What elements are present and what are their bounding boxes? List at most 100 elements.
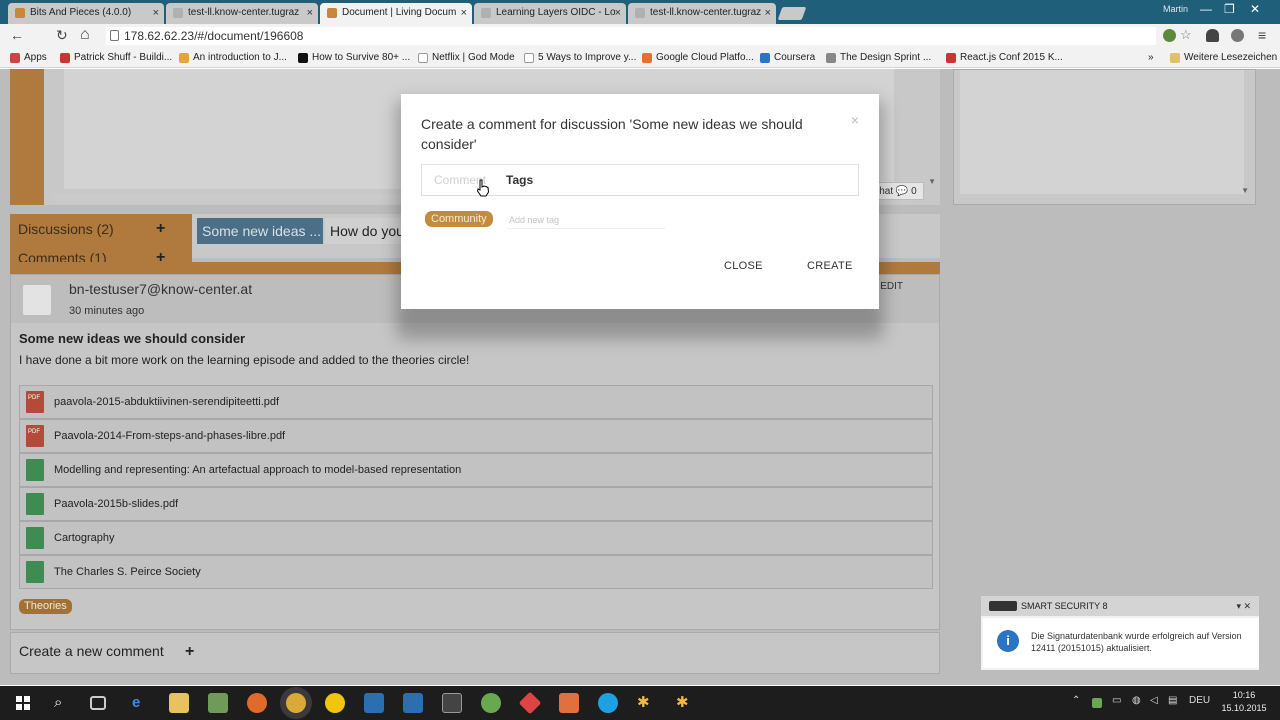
add-tag-input[interactable]: Add new tag <box>507 211 665 229</box>
extension-icon[interactable] <box>1231 29 1244 42</box>
bookmark[interactable]: The Design Sprint ... <box>826 51 931 65</box>
tray-expand-icon[interactable]: ⌃ <box>1072 695 1080 706</box>
notifications-icon[interactable]: ▤ <box>1168 695 1177 706</box>
tab-close-icon[interactable]: × <box>461 3 467 23</box>
attachment-item[interactable]: PDF paavola-2015-abduktiivinen-serendipi… <box>19 385 933 419</box>
tab-discussion-active[interactable]: Some new ideas ... <box>197 218 323 244</box>
task-view-icon[interactable] <box>90 696 106 710</box>
browser-tab[interactable]: test-ll.know-center.tugraz × <box>166 3 318 24</box>
tag-badge[interactable]: Theories <box>19 599 72 614</box>
tab-close-icon[interactable]: × <box>153 3 159 23</box>
network-icon[interactable]: ◍ <box>1132 695 1141 706</box>
language-indicator[interactable]: DEU <box>1189 695 1210 706</box>
attachment-item[interactable]: Modelling and representing: An artefactu… <box>19 453 933 487</box>
tab-favicon-icon <box>15 8 25 18</box>
add-comment-icon[interactable]: + <box>185 643 194 661</box>
new-tab-button[interactable] <box>777 7 807 20</box>
close-button[interactable]: CLOSE <box>724 260 763 272</box>
post-timestamp: 30 minutes ago <box>69 305 145 317</box>
attachment-name: Paavola-2015b-slides.pdf <box>54 498 179 510</box>
notification-controls[interactable]: ▾ ✕ <box>1236 596 1251 616</box>
app-icon[interactable] <box>325 693 345 713</box>
star-icon[interactable]: ☆ <box>1180 28 1192 42</box>
attachment-item[interactable]: The Charles S. Peirce Society <box>19 555 933 589</box>
tab-tags[interactable]: Tags <box>506 165 533 195</box>
windows-start-icon[interactable] <box>16 696 30 710</box>
app-icon[interactable] <box>208 693 228 713</box>
browser-tab[interactable]: Bits And Pieces (4.0.0) × <box>8 3 164 24</box>
clock-date: 15.10.2015 <box>1221 703 1267 713</box>
scroll-down-icon[interactable]: ▼ <box>928 177 936 186</box>
terminal-icon[interactable] <box>442 693 462 713</box>
cloud-extension-icon[interactable] <box>1206 29 1219 42</box>
bookmark[interactable]: 5 Ways to Improve y... <box>524 51 636 65</box>
reload-icon[interactable]: ↻ <box>56 28 68 42</box>
git-icon[interactable] <box>518 691 542 715</box>
back-icon[interactable]: ← <box>10 28 24 42</box>
firefox-icon[interactable] <box>247 693 267 713</box>
bookmark-favicon-icon <box>60 53 70 63</box>
attachment-item[interactable]: Cartography <box>19 521 933 555</box>
volume-icon[interactable]: ◁ <box>1150 695 1158 706</box>
tab-title: Document | Living Docum <box>342 7 457 18</box>
notification-message: Die Signaturdatenbank wurde erfolgreich … <box>1031 631 1242 653</box>
browser-tab[interactable]: Learning Layers OIDC - Lo × <box>474 3 626 24</box>
menu-icon[interactable]: ≡ <box>1258 28 1266 42</box>
tab-title: test-ll.know-center.tugraz <box>188 7 300 18</box>
clock[interactable]: 10:16 15.10.2015 <box>1214 689 1274 715</box>
create-button[interactable]: CREATE <box>807 260 853 272</box>
power-icon[interactable]: ▭ <box>1112 695 1121 706</box>
profile-name[interactable]: Martin <box>1163 4 1188 14</box>
bookmark[interactable]: Patrick Shuff - Buildi... <box>60 51 172 65</box>
bookmark-apps[interactable]: Apps <box>10 51 47 65</box>
tab-close-icon[interactable]: × <box>765 3 771 23</box>
bookmark[interactable]: An introduction to J... <box>179 51 287 65</box>
extension-icon[interactable] <box>1163 29 1176 42</box>
app-icon[interactable]: ✱ <box>676 693 689 713</box>
bookmarks-more-icon[interactable]: » <box>1148 51 1154 65</box>
intellij-icon[interactable] <box>403 693 423 713</box>
browser-tab[interactable]: test-ll.know-center.tugraz × <box>628 3 776 24</box>
notification-body[interactable]: i Die Signaturdatenbank wurde erfolgreic… <box>983 618 1259 668</box>
bookmark[interactable]: Netflix | God Mode <box>418 51 515 65</box>
chrome-icon[interactable] <box>286 693 306 713</box>
tab-discussion[interactable]: How do you <box>325 218 401 244</box>
app-icon[interactable] <box>559 693 579 713</box>
attachment-item[interactable]: Paavola-2015b-slides.pdf <box>19 487 933 521</box>
browser-tab-active[interactable]: Document | Living Docum × <box>320 3 472 24</box>
notification-app: SMART SECURITY 8 <box>1021 601 1108 611</box>
scroll-down-icon[interactable]: ▼ <box>1241 186 1249 195</box>
home-icon[interactable]: ⌂ <box>80 27 90 43</box>
url-field[interactable]: 178.62.62.23/#/document/196608 <box>106 27 1156 45</box>
edge-icon[interactable]: e <box>132 693 140 713</box>
bookmark-favicon-icon <box>179 53 189 63</box>
close-icon[interactable]: × <box>851 112 859 128</box>
url-text: 178.62.62.23/#/document/196608 <box>124 29 304 43</box>
tag-chip[interactable]: Community <box>425 211 493 227</box>
tray-app-icon[interactable] <box>1092 698 1102 708</box>
app-icon[interactable] <box>481 693 501 713</box>
sidebar-item-discussions[interactable]: Discussions (2) <box>18 217 114 241</box>
bookmark[interactable]: How to Survive 80+ ... <box>298 51 410 65</box>
other-bookmarks-folder[interactable]: Weitere Lesezeichen <box>1170 51 1277 65</box>
webstorm-icon[interactable] <box>364 693 384 713</box>
tab-favicon-icon <box>327 8 337 18</box>
bookmarks-bar: Apps Patrick Shuff - Buildi... An introd… <box>0 48 1280 68</box>
page-info-icon[interactable] <box>110 30 119 41</box>
maximize-icon[interactable]: ❐ <box>1224 2 1235 16</box>
minimize-icon[interactable]: — <box>1200 2 1212 16</box>
bookmark[interactable]: Coursera <box>760 51 815 65</box>
window-close-icon[interactable]: ✕ <box>1250 2 1260 16</box>
skype-icon[interactable] <box>598 693 618 713</box>
search-icon[interactable]: ⌕ <box>54 693 62 713</box>
new-comment-bar[interactable]: Create a new comment + <box>10 632 940 674</box>
new-comment-label: Create a new comment <box>19 643 164 659</box>
app-icon[interactable]: ✱ <box>637 693 650 713</box>
tab-close-icon[interactable]: × <box>307 3 313 23</box>
bookmark[interactable]: React.js Conf 2015 K... <box>946 51 1063 65</box>
attachment-item[interactable]: PDF Paavola-2014-From-steps-and-phases-l… <box>19 419 933 453</box>
tab-close-icon[interactable]: × <box>615 3 621 23</box>
file-explorer-icon[interactable] <box>169 693 189 713</box>
bookmark[interactable]: Google Cloud Platfo... <box>642 51 754 65</box>
add-discussion-button[interactable]: + <box>156 217 165 241</box>
